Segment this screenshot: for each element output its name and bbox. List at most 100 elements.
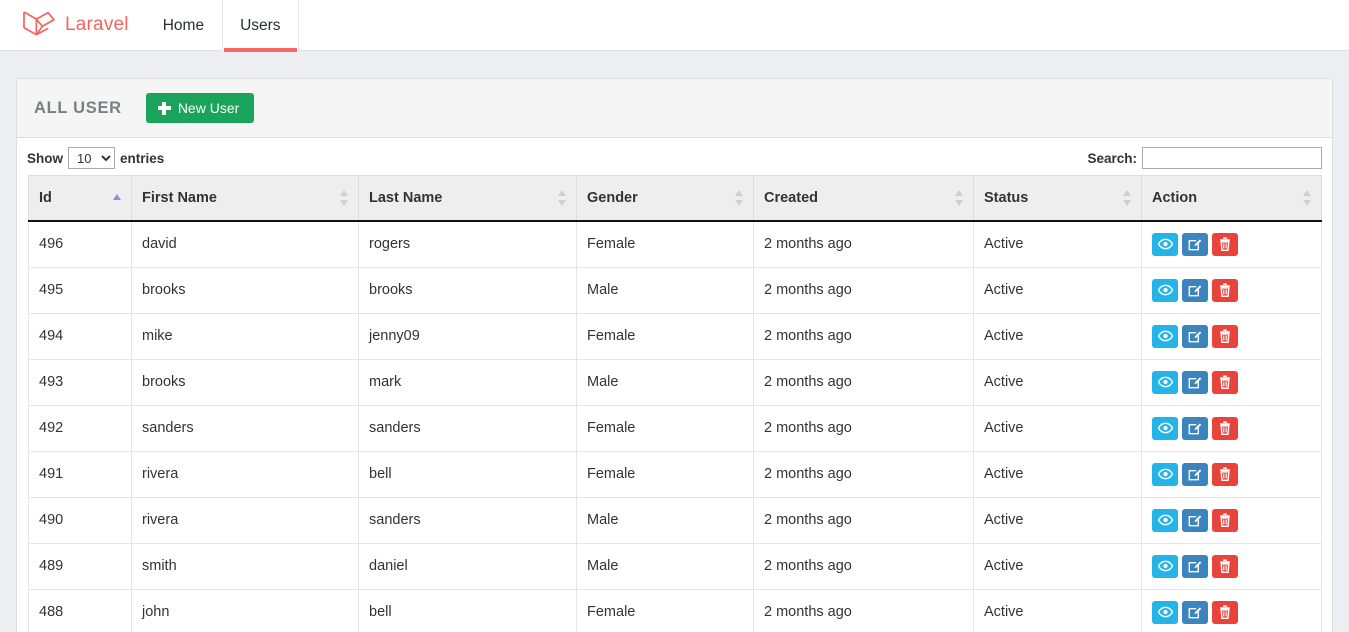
eye-icon — [1157, 560, 1173, 572]
trash-icon — [1219, 467, 1231, 481]
edit-button[interactable] — [1182, 600, 1208, 624]
column-header-id[interactable]: Id — [28, 175, 132, 222]
edit-icon — [1188, 421, 1202, 435]
view-button[interactable] — [1152, 462, 1178, 486]
nav-links: Home Users — [145, 0, 299, 52]
cell-gender: Female — [576, 220, 754, 268]
new-user-button[interactable]: New User — [145, 93, 255, 123]
brand-link[interactable]: Laravel — [0, 0, 145, 50]
delete-button[interactable] — [1212, 600, 1238, 624]
brand-text: Laravel — [65, 14, 129, 35]
eye-icon — [1157, 330, 1173, 342]
column-header-action[interactable]: Action — [1141, 175, 1322, 222]
row-actions — [1152, 416, 1311, 440]
view-button[interactable] — [1152, 508, 1178, 532]
cell-first-name: rivera — [131, 451, 359, 498]
edit-button[interactable] — [1182, 508, 1208, 532]
cell-created: 2 months ago — [753, 359, 974, 406]
show-label: Show — [27, 150, 63, 166]
cell-status: Active — [973, 589, 1142, 632]
edit-icon — [1188, 605, 1202, 619]
view-button[interactable] — [1152, 370, 1178, 394]
cell-action — [1141, 451, 1322, 498]
plus-icon — [157, 101, 171, 115]
column-header-gender[interactable]: Gender — [576, 175, 754, 222]
cell-id: 489 — [28, 543, 132, 590]
edit-button[interactable] — [1182, 462, 1208, 486]
column-header-first-name[interactable]: First Name — [131, 175, 359, 222]
row-actions — [1152, 462, 1311, 486]
nav-item-users[interactable]: Users — [222, 0, 299, 52]
table-body: 496 david rogers Female 2 months ago Act… — [28, 220, 1322, 632]
page-length-select[interactable]: 10 25 50 100 — [68, 147, 115, 169]
trash-icon — [1219, 375, 1231, 389]
cell-last-name: brooks — [358, 267, 577, 314]
column-header-created[interactable]: Created — [753, 175, 974, 222]
cell-gender: Female — [576, 313, 754, 360]
eye-icon — [1157, 606, 1173, 618]
cell-gender: Male — [576, 543, 754, 590]
column-header-status-label: Status — [984, 189, 1029, 206]
column-header-status[interactable]: Status — [973, 175, 1142, 222]
cell-id: 496 — [28, 220, 132, 268]
edit-icon — [1188, 375, 1202, 389]
edit-button[interactable] — [1182, 370, 1208, 394]
trash-icon — [1219, 605, 1231, 619]
edit-button[interactable] — [1182, 554, 1208, 578]
sort-both-icon — [1303, 189, 1312, 207]
cell-action — [1141, 220, 1322, 268]
cell-gender: Female — [576, 405, 754, 452]
sort-both-icon — [735, 189, 744, 207]
delete-button[interactable] — [1212, 232, 1238, 256]
table-row: 496 david rogers Female 2 months ago Act… — [28, 220, 1322, 268]
delete-button[interactable] — [1212, 416, 1238, 440]
row-actions — [1152, 508, 1311, 532]
column-header-last-name[interactable]: Last Name — [358, 175, 577, 222]
row-actions — [1152, 600, 1311, 624]
edit-button[interactable] — [1182, 416, 1208, 440]
view-button[interactable] — [1152, 554, 1178, 578]
view-button[interactable] — [1152, 324, 1178, 348]
trash-icon — [1219, 283, 1231, 297]
entries-label: entries — [120, 150, 165, 166]
delete-button[interactable] — [1212, 370, 1238, 394]
users-table: Id First Name Last Name Gender Created S… — [28, 175, 1322, 632]
column-header-last-name-label: Last Name — [369, 189, 443, 206]
delete-button[interactable] — [1212, 278, 1238, 302]
panel-heading: ALL USER New User — [17, 79, 1332, 138]
cell-action — [1141, 543, 1322, 590]
cell-status: Active — [973, 313, 1142, 360]
delete-button[interactable] — [1212, 324, 1238, 348]
search-input[interactable] — [1142, 147, 1322, 169]
edit-icon — [1188, 467, 1202, 481]
view-button[interactable] — [1152, 278, 1178, 302]
cell-id: 492 — [28, 405, 132, 452]
view-button[interactable] — [1152, 232, 1178, 256]
cell-last-name: sanders — [358, 405, 577, 452]
delete-button[interactable] — [1212, 554, 1238, 578]
edit-button[interactable] — [1182, 278, 1208, 302]
sort-both-icon — [558, 189, 567, 207]
trash-icon — [1219, 421, 1231, 435]
view-button[interactable] — [1152, 600, 1178, 624]
cell-action — [1141, 497, 1322, 544]
cell-last-name: rogers — [358, 220, 577, 268]
edit-button[interactable] — [1182, 324, 1208, 348]
navbar: Laravel Home Users — [0, 0, 1349, 52]
delete-button[interactable] — [1212, 462, 1238, 486]
edit-button[interactable] — [1182, 232, 1208, 256]
eye-icon — [1157, 514, 1173, 526]
cell-created: 2 months ago — [753, 543, 974, 590]
delete-button[interactable] — [1212, 508, 1238, 532]
view-button[interactable] — [1152, 416, 1178, 440]
cell-first-name: brooks — [131, 359, 359, 406]
search-control: Search: — [1087, 147, 1322, 169]
cell-last-name: jenny09 — [358, 313, 577, 360]
table-head: Id First Name Last Name Gender Created S… — [28, 175, 1322, 222]
table-row: 490 rivera sanders Male 2 months ago Act… — [28, 497, 1322, 544]
cell-status: Active — [973, 497, 1142, 544]
cell-action — [1141, 313, 1322, 360]
table-row: 491 rivera bell Female 2 months ago Acti… — [28, 451, 1322, 498]
nav-item-home[interactable]: Home — [145, 0, 222, 51]
table-row: 489 smith daniel Male 2 months ago Activ… — [28, 543, 1322, 590]
